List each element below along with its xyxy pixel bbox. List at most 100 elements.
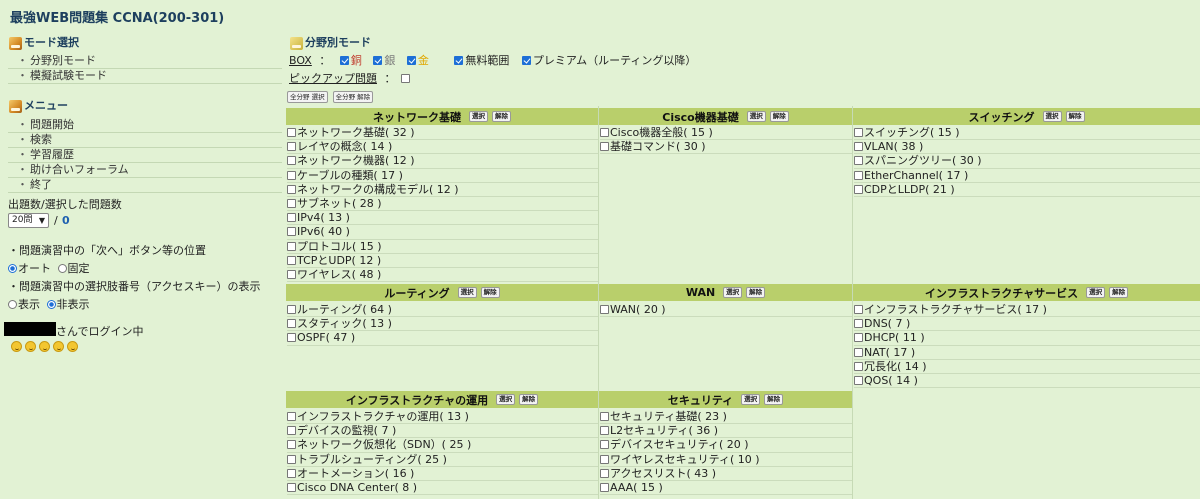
category-item[interactable]: ワイヤレスセキュリティ( 10 ) xyxy=(600,453,852,467)
category-item[interactable]: IPv6( 40 ) xyxy=(287,225,598,240)
select-all-categories-button[interactable]: 全分野 選択 xyxy=(287,91,328,103)
category-item[interactable]: スタティック( 13 ) xyxy=(287,317,598,332)
category-checkbox[interactable] xyxy=(287,454,296,464)
category-item[interactable]: VLAN( 38 ) xyxy=(854,140,1200,155)
clear-all-categories-button[interactable]: 全分野 解除 xyxy=(332,91,374,103)
category-checkbox[interactable] xyxy=(287,128,296,137)
category-select-button[interactable]: 選択 xyxy=(469,111,488,122)
category-item[interactable]: ネットワーク機器( 12 ) xyxy=(287,154,598,169)
category-select-button[interactable]: 選択 xyxy=(1042,111,1062,122)
category-checkbox[interactable] xyxy=(287,255,296,265)
category-checkbox[interactable] xyxy=(287,482,296,492)
box-copper-checkbox[interactable] xyxy=(339,56,349,65)
category-item[interactable]: プロトコル( 15 ) xyxy=(287,240,598,254)
category-item[interactable]: ケーブルの種類( 17 ) xyxy=(287,169,598,183)
radio-show[interactable] xyxy=(8,300,17,309)
category-checkbox[interactable] xyxy=(287,269,296,279)
sidebar-item-category-mode[interactable]: ・分野別モード xyxy=(8,54,282,69)
sidebar-item-start[interactable]: ・問題開始 xyxy=(8,118,282,133)
category-checkbox[interactable] xyxy=(600,440,609,450)
category-item[interactable]: WAN( 20 ) xyxy=(600,303,852,318)
category-checkbox[interactable] xyxy=(600,468,609,478)
category-clear-button[interactable]: 解除 xyxy=(746,287,766,298)
premium-checkbox[interactable] xyxy=(521,56,531,65)
sidebar-item-exit[interactable]: ・終了 xyxy=(8,178,282,193)
sidebar-item-history[interactable]: ・学習履歴 xyxy=(8,148,282,163)
category-item[interactable]: CDPとLLDP( 21 ) xyxy=(854,183,1200,197)
category-clear-button[interactable]: 解除 xyxy=(769,111,789,122)
category-item[interactable]: デバイスの監視( 7 ) xyxy=(287,424,598,439)
radio-hide[interactable] xyxy=(46,300,56,309)
category-select-button[interactable]: 選択 xyxy=(1086,287,1106,298)
category-checkbox[interactable] xyxy=(854,142,863,152)
category-item[interactable]: インフラストラクチャサービス( 17 ) xyxy=(854,303,1200,318)
category-item[interactable]: デバイスセキュリティ( 20 ) xyxy=(600,438,852,453)
category-checkbox[interactable] xyxy=(287,198,296,208)
free-range-checkbox[interactable] xyxy=(454,56,464,65)
category-item[interactable]: DNS( 7 ) xyxy=(854,317,1200,332)
category-item[interactable]: ルーティング( 64 ) xyxy=(287,303,598,318)
category-item[interactable]: L2セキュリティ( 36 ) xyxy=(600,424,852,439)
sidebar-item-mock-exam-mode[interactable]: ・模擬試験モード xyxy=(8,69,282,84)
category-checkbox[interactable] xyxy=(287,156,296,166)
category-select-button[interactable]: 選択 xyxy=(741,394,761,405)
category-item[interactable]: スイッチング( 15 ) xyxy=(854,126,1200,141)
category-item[interactable]: ネットワーク仮想化（SDN）( 25 ) xyxy=(287,438,598,453)
category-checkbox[interactable] xyxy=(854,156,863,166)
category-item[interactable]: インフラストラクチャの運用( 13 ) xyxy=(287,410,598,425)
category-select-button[interactable]: 選択 xyxy=(723,287,743,298)
sidebar-item-search[interactable]: ・検索 xyxy=(8,133,282,148)
category-item[interactable]: スパニングツリー( 30 ) xyxy=(854,154,1200,169)
category-item[interactable]: TCPとUDP( 12 ) xyxy=(287,254,598,268)
category-clear-button[interactable]: 解除 xyxy=(1109,287,1129,298)
category-item[interactable]: NAT( 17 ) xyxy=(854,346,1200,360)
radio-auto[interactable] xyxy=(8,264,17,273)
category-item[interactable]: 冗長化( 14 ) xyxy=(854,360,1200,374)
category-checkbox[interactable] xyxy=(854,347,863,357)
category-checkbox[interactable] xyxy=(854,333,863,343)
category-checkbox[interactable] xyxy=(600,482,609,492)
category-checkbox[interactable] xyxy=(600,412,609,421)
category-item[interactable]: 基礎コマンド( 30 ) xyxy=(600,140,852,155)
category-checkbox[interactable] xyxy=(287,412,296,421)
category-checkbox[interactable] xyxy=(854,375,863,385)
category-checkbox[interactable] xyxy=(287,170,296,180)
category-item[interactable]: EtherChannel( 17 ) xyxy=(854,169,1200,183)
category-item[interactable]: OSPF( 47 ) xyxy=(287,331,598,346)
box-silver-checkbox[interactable] xyxy=(373,56,383,65)
question-count-select[interactable]: 20問 ▼ xyxy=(8,213,49,228)
category-checkbox[interactable] xyxy=(287,440,296,450)
category-checkbox[interactable] xyxy=(854,305,863,314)
category-item[interactable]: サブネット( 28 ) xyxy=(287,197,598,212)
category-item[interactable]: ワイヤレス( 48 ) xyxy=(287,268,598,283)
sidebar-item-forum[interactable]: ・助け合いフォーラム xyxy=(8,163,282,178)
category-clear-button[interactable]: 解除 xyxy=(480,287,500,298)
category-item[interactable]: ネットワークの構成モデル( 12 ) xyxy=(287,183,598,197)
category-checkbox[interactable] xyxy=(287,227,296,237)
category-clear-button[interactable]: 解除 xyxy=(519,394,539,405)
category-checkbox[interactable] xyxy=(287,319,296,329)
category-checkbox[interactable] xyxy=(854,361,863,371)
category-checkbox[interactable] xyxy=(287,305,296,314)
category-checkbox[interactable] xyxy=(854,319,863,329)
category-checkbox[interactable] xyxy=(854,170,863,180)
category-checkbox[interactable] xyxy=(600,305,609,314)
category-item[interactable]: アクセスリスト( 43 ) xyxy=(600,467,852,481)
pickup-checkbox[interactable] xyxy=(401,74,410,83)
category-item[interactable]: オートメーション( 16 ) xyxy=(287,467,598,481)
category-item[interactable]: トラブルシューティング( 25 ) xyxy=(287,453,598,467)
category-checkbox[interactable] xyxy=(854,184,863,194)
category-checkbox[interactable] xyxy=(287,184,296,194)
category-item[interactable]: セキュリティ基礎( 23 ) xyxy=(600,410,852,425)
category-checkbox[interactable] xyxy=(287,213,296,223)
category-item[interactable]: ネットワーク基礎( 32 ) xyxy=(287,126,598,141)
category-clear-button[interactable]: 解除 xyxy=(1065,111,1085,122)
category-checkbox[interactable] xyxy=(287,468,296,478)
category-checkbox[interactable] xyxy=(287,241,296,251)
category-checkbox[interactable] xyxy=(287,426,296,436)
category-checkbox[interactable] xyxy=(600,426,609,436)
category-checkbox[interactable] xyxy=(287,142,296,152)
category-checkbox[interactable] xyxy=(287,333,296,343)
category-item[interactable]: Cisco DNA Center( 8 ) xyxy=(287,481,598,496)
category-select-button[interactable]: 選択 xyxy=(746,111,766,122)
